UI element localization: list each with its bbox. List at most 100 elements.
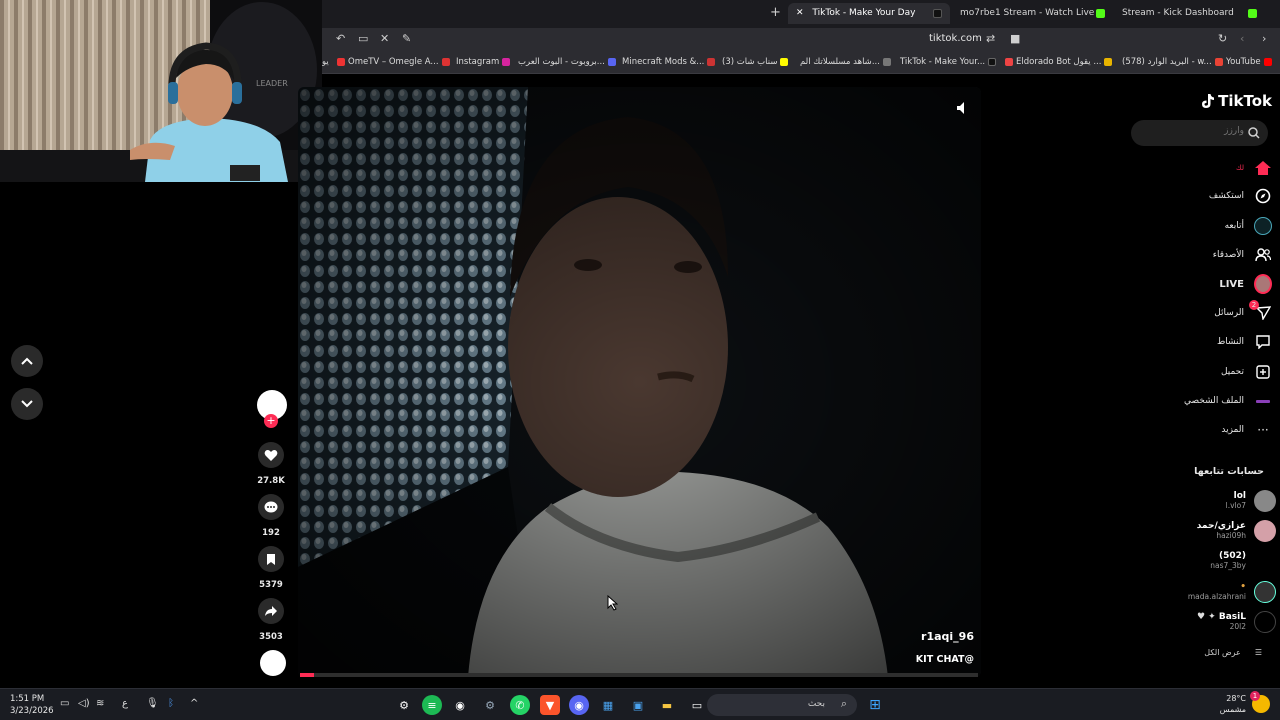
battery-icon[interactable]: ▭: [60, 698, 69, 709]
tab-kick-stream[interactable]: mo7rbe1 Stream - Watch Live on Kick: [952, 3, 1102, 24]
eldorado-icon: [1104, 57, 1113, 66]
bluetooth-icon[interactable]: ᛒ: [168, 698, 174, 709]
video-progress-bar[interactable]: [300, 673, 978, 677]
comment-button[interactable]: [258, 494, 284, 520]
bookmark-item[interactable]: OmeTV – Omegle A...: [334, 57, 453, 67]
system-clock[interactable]: 1:51 PM 3/23/2026: [10, 693, 54, 717]
reload-icon[interactable]: ↻: [1218, 32, 1227, 45]
new-tab-button[interactable]: +: [770, 5, 781, 20]
steam-icon[interactable]: ⚙: [480, 695, 500, 715]
search-icon: ⌕: [840, 697, 847, 710]
bookmark-item[interactable]: يو: [322, 57, 329, 67]
followed-account[interactable]: عزازي/حمد hazi09h: [1197, 518, 1276, 544]
kick-favicon-icon: [1248, 9, 1257, 18]
bookmark-item[interactable]: (578) البريد الوارد - w...: [1122, 57, 1226, 67]
volume-icon[interactable]: ◁): [78, 698, 90, 709]
share-button[interactable]: [258, 598, 284, 624]
bookmark-item[interactable]: بروبوت - البوت العرب...: [518, 57, 619, 67]
bookmark-item[interactable]: شاهد مسلسلاتك الم...: [800, 57, 894, 67]
site-settings-icon[interactable]: ⇄: [986, 32, 995, 45]
like-button[interactable]: [258, 442, 284, 468]
comment-count: 192: [262, 528, 280, 538]
nav-activity[interactable]: النشاط: [1217, 332, 1272, 352]
nav-messages[interactable]: الرسائل 2: [1214, 300, 1272, 323]
bookmark-icon[interactable]: ■: [1010, 32, 1020, 45]
input-language[interactable]: ع: [122, 698, 128, 709]
nav-more[interactable]: المزيد ···: [1221, 420, 1272, 440]
gmail-icon: [1214, 57, 1223, 66]
file-explorer-icon[interactable]: ▬: [657, 695, 677, 715]
nav-live[interactable]: LIVE: [1219, 274, 1272, 294]
video-author[interactable]: r1aqi_96: [921, 630, 974, 643]
followed-account[interactable]: (502) nas7_3by: [1210, 548, 1276, 574]
nav-explore[interactable]: استكشف: [1209, 186, 1272, 206]
pen-icon[interactable]: ✎: [402, 32, 411, 45]
save-button[interactable]: [258, 546, 284, 572]
followed-account[interactable]: lol l.vlo7: [1226, 488, 1276, 514]
mouse-cursor-icon: [607, 595, 618, 611]
flame-icon: •: [1240, 582, 1246, 592]
nav-profile[interactable]: الملف الشخصي: [1184, 391, 1272, 411]
discord-icon[interactable]: ◉: [569, 695, 589, 715]
followed-account[interactable]: ♥ ✦ BasiL 20l2: [1197, 609, 1276, 635]
forward-icon[interactable]: ‹: [1240, 32, 1244, 45]
bookmark-item[interactable]: Eldorado Bot يقول ...: [1002, 57, 1115, 67]
instagram-icon: [502, 57, 511, 66]
bookmark-item[interactable]: Instagram: [456, 57, 513, 67]
search-icon[interactable]: [1248, 127, 1260, 139]
url-field[interactable]: tiktok.com: [929, 33, 982, 44]
bookmark-item[interactable]: Minecraft Mods &...: [622, 57, 718, 67]
nav-upload[interactable]: تحميل: [1221, 362, 1272, 382]
brave-browser-icon[interactable]: ▼: [540, 695, 560, 715]
screenshot-icon[interactable]: ▭: [358, 32, 368, 45]
heart-icon: [264, 449, 278, 461]
volume-icon[interactable]: [955, 101, 969, 115]
whatsapp-icon[interactable]: ✆: [510, 695, 530, 715]
video-player[interactable]: [298, 87, 981, 677]
undo-icon[interactable]: ↶: [336, 32, 345, 45]
bookmark-item[interactable]: TikTok - Make Your...: [900, 57, 999, 67]
store-icon[interactable]: ▦: [598, 695, 618, 715]
ometv-icon: [337, 57, 345, 66]
snapchat-icon: [780, 57, 789, 66]
tiktok-logo[interactable]: TikTok: [1200, 92, 1272, 110]
tab-kick-dashboard[interactable]: Stream - Kick Dashboard: [1114, 3, 1244, 24]
bookmarks-bar: يو OmeTV – Omegle A... Instagram بروبوت …: [322, 52, 1280, 74]
tab-title: TikTok - Make Your Day: [812, 8, 916, 18]
microphone-icon[interactable]: 🎙: [146, 698, 159, 709]
notification-badge: 1: [1250, 691, 1260, 701]
close-tab-icon[interactable]: ✕: [796, 8, 804, 18]
bookmark-item[interactable]: (3) سناب شات: [722, 57, 791, 67]
back-icon[interactable]: ›: [1262, 32, 1266, 45]
wifi-icon[interactable]: ≋: [96, 698, 104, 709]
tab-tiktok[interactable]: ✕ TikTok - Make Your Day: [788, 3, 950, 24]
nav-following[interactable]: أتابعه: [1225, 216, 1272, 236]
tab-title: Stream - Kick Dashboard: [1122, 8, 1234, 18]
obs-icon[interactable]: ◉: [450, 695, 470, 715]
taskbar-search[interactable]: بحث ⌕: [707, 694, 857, 716]
see-all-link[interactable]: عرض الكل ☰: [1204, 648, 1262, 657]
nav-for-you[interactable]: لك: [1236, 158, 1272, 178]
music-disc-icon[interactable]: [260, 650, 286, 676]
bookmark-item[interactable]: YouTube: [1226, 57, 1275, 67]
photos-icon[interactable]: ▣: [628, 695, 648, 715]
windows-start-icon[interactable]: ⊞: [865, 695, 885, 715]
followed-account[interactable]: • mada.alzahrani: [1188, 579, 1276, 605]
nav-friends[interactable]: الأصدقاء: [1213, 245, 1272, 265]
extension-icon[interactable]: ✕: [380, 32, 389, 45]
follow-plus-icon[interactable]: +: [264, 414, 278, 428]
settings-gear-icon[interactable]: ⚙: [394, 695, 414, 715]
profile-icon: [1254, 392, 1272, 410]
video-frame: [298, 87, 981, 677]
previous-video-button[interactable]: [11, 345, 43, 377]
tray-chevron-up-icon[interactable]: ^: [190, 698, 198, 709]
brave-icon: [1005, 57, 1013, 66]
app-window-icon[interactable]: ▭: [687, 695, 707, 715]
weather-widget[interactable]: 28°C مشمس: [1220, 693, 1246, 715]
messages-badge: 2: [1249, 300, 1259, 310]
search-bar[interactable]: [1131, 120, 1268, 146]
next-video-button[interactable]: [11, 388, 43, 420]
spotify-icon[interactable]: ≡: [422, 695, 442, 715]
probot-icon: [607, 57, 616, 66]
search-input[interactable]: [1144, 126, 1244, 136]
